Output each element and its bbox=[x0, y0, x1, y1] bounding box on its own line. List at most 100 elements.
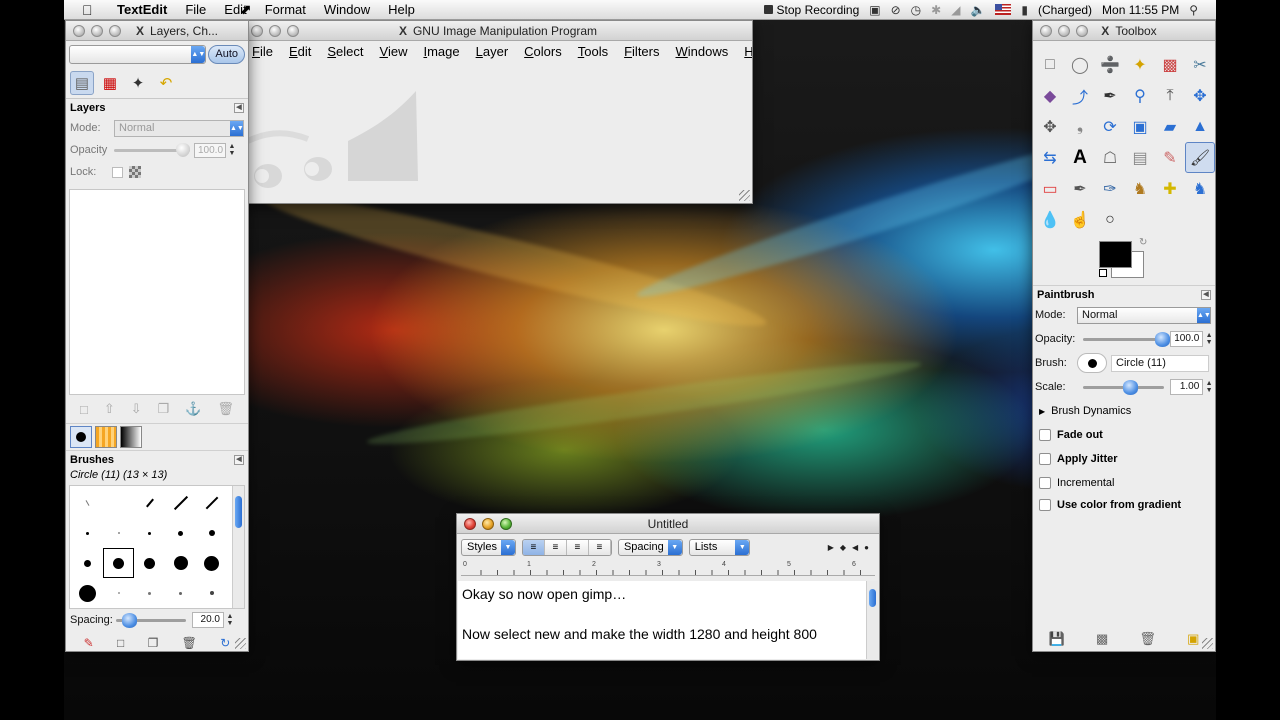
slider-thumb[interactable] bbox=[176, 143, 190, 157]
fuzzy-select-tool-icon[interactable]: ✦ bbox=[1125, 49, 1155, 80]
fade-out-option[interactable]: Fade out bbox=[1033, 423, 1215, 447]
reset-options-icon[interactable]: ▣ bbox=[1187, 631, 1199, 647]
layers-tab-icon[interactable]: ▤ bbox=[70, 70, 94, 95]
layer-mode-select[interactable]: Normal ▲▼ bbox=[114, 119, 244, 137]
brush-item[interactable] bbox=[196, 578, 227, 608]
gimp-menu-help[interactable]: Help bbox=[736, 44, 752, 59]
gimp-title-bar[interactable]: X GNU Image Manipulation Program bbox=[244, 21, 752, 41]
perspective-tool-icon[interactable]: ▲ bbox=[1185, 111, 1215, 142]
flip-tool-icon[interactable]: ⇆ bbox=[1035, 142, 1065, 173]
close-button[interactable] bbox=[1040, 25, 1052, 37]
brush-item[interactable] bbox=[165, 488, 196, 518]
incremental-checkbox[interactable] bbox=[1039, 477, 1051, 489]
brush-item-selected[interactable] bbox=[103, 548, 134, 578]
delete-layer-icon[interactable]: 🗑 bbox=[217, 401, 234, 417]
spotlight-search-icon[interactable]: ⚲ bbox=[1189, 3, 1198, 17]
toolbox-title-bar[interactable]: X Toolbox bbox=[1033, 21, 1215, 41]
brush-item[interactable] bbox=[196, 548, 227, 578]
fade-out-checkbox[interactable] bbox=[1039, 429, 1051, 441]
brush-preview-button[interactable] bbox=[1077, 353, 1107, 373]
edit-brush-icon[interactable]: ✎ bbox=[84, 636, 94, 650]
layer-opacity-slider[interactable] bbox=[114, 143, 190, 157]
new-layer-icon[interactable]: □ bbox=[80, 402, 88, 417]
zoom-button[interactable] bbox=[109, 25, 121, 37]
gradients-tab-icon[interactable] bbox=[120, 426, 142, 448]
brush-item[interactable] bbox=[165, 518, 196, 548]
gimp-menu-windows[interactable]: Windows bbox=[668, 44, 737, 59]
document-text-area[interactable]: Okay so now open gimp… Now select new an… bbox=[458, 581, 878, 659]
lock-pixels-checkbox[interactable] bbox=[112, 166, 123, 178]
apply-jitter-option[interactable]: Apply Jitter bbox=[1033, 447, 1215, 471]
stop-recording-item[interactable]: Stop Recording bbox=[763, 3, 859, 17]
slider-thumb[interactable] bbox=[1155, 332, 1171, 347]
align-right-icon[interactable]: ≡ bbox=[588, 539, 611, 555]
brush-item[interactable] bbox=[134, 578, 165, 608]
volume-icon[interactable]: 🔈 bbox=[970, 3, 985, 17]
brush-item[interactable] bbox=[72, 578, 103, 608]
menu-format[interactable]: Format bbox=[256, 2, 315, 17]
blend-tool-icon[interactable]: ▤ bbox=[1125, 142, 1155, 173]
spin-arrows-icon[interactable]: ▲ ▼ bbox=[1205, 332, 1213, 346]
channels-tab-icon[interactable]: ▦ bbox=[98, 71, 122, 95]
image-selector-combo[interactable]: ▲▼ bbox=[69, 44, 207, 64]
apple-icon[interactable]:  bbox=[82, 2, 98, 18]
right-tab-icon[interactable]: ◀ bbox=[852, 543, 858, 552]
free-select-tool-icon[interactable]: ➗ bbox=[1095, 49, 1125, 80]
foreground-select-tool-icon[interactable]: ◆ bbox=[1035, 80, 1065, 111]
minimize-button[interactable] bbox=[91, 25, 103, 37]
dock-menu-icon[interactable]: ◀ bbox=[1201, 289, 1211, 300]
duplicate-brush-icon[interactable]: ❐ bbox=[148, 636, 159, 650]
paintbrush-tool-icon[interactable]: 🖌 bbox=[1185, 142, 1215, 173]
scissors-tool-icon[interactable]: ✂ bbox=[1185, 49, 1215, 80]
layers-title-bar[interactable]: X Layers, Ch... bbox=[66, 21, 248, 41]
spin-arrows-icon[interactable]: ▲ ▼ bbox=[228, 143, 236, 157]
restore-options-icon[interactable]: ▩ bbox=[1096, 631, 1108, 647]
disclosure-triangle-icon[interactable]: ▶ bbox=[1039, 407, 1045, 416]
brush-item[interactable] bbox=[196, 518, 227, 548]
minimize-button[interactable] bbox=[269, 25, 281, 37]
paths-tool-icon[interactable]: ⤴ bbox=[1065, 80, 1095, 111]
resize-grip-icon[interactable] bbox=[739, 190, 750, 201]
zoom-button[interactable] bbox=[287, 25, 299, 37]
zoom-button[interactable] bbox=[1076, 25, 1088, 37]
color-picker-tool-icon[interactable]: ✒ bbox=[1095, 80, 1125, 111]
incremental-option[interactable]: Incremental bbox=[1033, 471, 1215, 495]
bluetooth-icon[interactable]: ✱ bbox=[931, 3, 941, 17]
swap-colors-icon[interactable]: ↻ bbox=[1139, 237, 1147, 248]
brush-dynamics-expander[interactable]: ▶ Brush Dynamics bbox=[1033, 399, 1215, 423]
brush-scale-slider[interactable] bbox=[1083, 380, 1165, 395]
brush-item[interactable] bbox=[72, 518, 103, 548]
brush-item[interactable] bbox=[103, 578, 134, 608]
blur-tool-icon[interactable]: 💧 bbox=[1035, 204, 1065, 235]
foreground-color-swatch[interactable] bbox=[1099, 241, 1132, 268]
paint-opacity-slider[interactable] bbox=[1083, 332, 1171, 347]
center-tab-icon[interactable]: ◆ bbox=[840, 543, 846, 552]
gimp-menu-file[interactable]: File bbox=[244, 44, 281, 59]
bucket-fill-tool-icon[interactable]: ☖ bbox=[1095, 142, 1125, 173]
brush-item[interactable] bbox=[165, 578, 196, 608]
ellipse-select-tool-icon[interactable]: ◯ bbox=[1065, 49, 1095, 80]
lower-layer-icon[interactable]: ⇩ bbox=[131, 401, 142, 417]
auto-button[interactable]: Auto bbox=[208, 44, 245, 64]
gimp-menu-select[interactable]: Select bbox=[319, 44, 371, 59]
align-justify-icon[interactable]: ≡ bbox=[566, 539, 589, 555]
battery-status[interactable]: (Charged) bbox=[1038, 3, 1092, 17]
move-tool-icon[interactable]: ✥ bbox=[1185, 80, 1215, 111]
resize-grip-icon[interactable] bbox=[1202, 638, 1213, 649]
menu-window[interactable]: Window bbox=[315, 2, 379, 17]
align-left-icon[interactable]: ≡ bbox=[522, 539, 545, 555]
lists-popup[interactable]: Lists ▼ bbox=[688, 538, 751, 556]
paint-mode-select[interactable]: Normal ▲▼ bbox=[1077, 306, 1211, 324]
paths-tab-icon[interactable]: ✦ bbox=[126, 71, 150, 95]
scale-tool-icon[interactable]: ▣ bbox=[1125, 111, 1155, 142]
spacing-popup[interactable]: Spacing ▼ bbox=[617, 538, 683, 556]
zoom-tool-icon[interactable]: ⚲ bbox=[1125, 80, 1155, 111]
gimp-menu-view[interactable]: View bbox=[372, 44, 416, 59]
perspective-clone-tool-icon[interactable]: ♞ bbox=[1185, 173, 1215, 204]
smudge-tool-icon[interactable]: ☝ bbox=[1065, 204, 1095, 235]
spin-arrows-icon[interactable]: ▲ ▼ bbox=[1205, 380, 1213, 394]
time-machine-icon[interactable]: ◷ bbox=[911, 3, 921, 17]
align-center-icon[interactable]: ≡ bbox=[544, 539, 567, 555]
dock-menu-icon[interactable]: ◀ bbox=[234, 455, 244, 465]
brush-item[interactable] bbox=[134, 518, 165, 548]
